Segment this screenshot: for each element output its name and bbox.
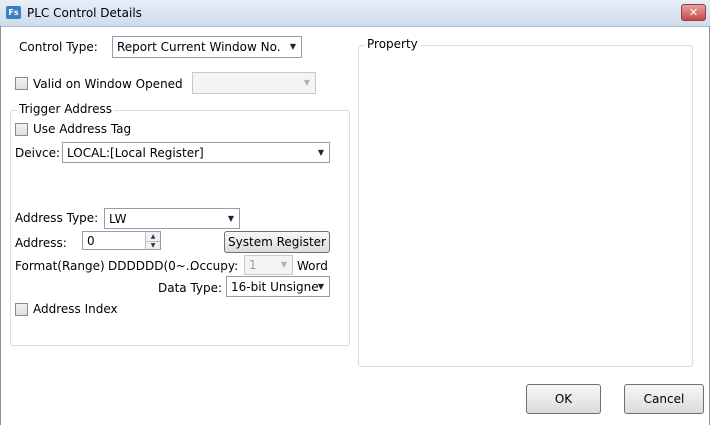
address-type-label: Address Type:: [15, 211, 99, 225]
cancel-button[interactable]: Cancel: [624, 384, 704, 414]
address-type-select[interactable]: LW ▼: [104, 208, 240, 229]
device-select[interactable]: LOCAL:[Local Register] ▼: [62, 142, 330, 163]
use-address-tag-label: Use Address Tag: [33, 122, 132, 136]
window-title: PLC Control Details: [27, 6, 142, 20]
valid-on-window-opened-label: Valid on Window Opened: [33, 77, 183, 91]
window-select[interactable]: ▼: [192, 72, 316, 94]
word-label: Word: [297, 259, 328, 273]
chevron-down-icon: ▼: [317, 148, 324, 157]
address-label: Address:: [15, 236, 67, 250]
chevron-down-icon: ▼: [280, 260, 287, 269]
property-group: [358, 45, 693, 367]
data-type-label: Data Type:: [158, 281, 223, 295]
system-register-button[interactable]: System Register: [224, 231, 330, 253]
format-value: DDDDDD(0~...: [108, 259, 198, 273]
address-value: 0: [87, 234, 95, 248]
chevron-down-icon: ▼: [289, 42, 296, 51]
format-label: Format(Range): [15, 259, 105, 273]
chevron-down-icon: ▼: [227, 214, 234, 223]
address-index-checkbox[interactable]: [15, 303, 28, 316]
address-index-label: Address Index: [33, 302, 118, 316]
close-icon: ✕: [688, 6, 699, 19]
use-address-tag-checkbox[interactable]: [15, 123, 28, 136]
chevron-down-icon: ▼: [317, 282, 324, 291]
device-label: Deivce:: [15, 146, 61, 160]
window-border-left: [0, 26, 1, 425]
trigger-address-title: Trigger Address: [17, 102, 114, 116]
valid-on-window-opened-checkbox[interactable]: [15, 77, 28, 90]
app-icon: Fs: [6, 6, 21, 19]
ok-button[interactable]: OK: [526, 384, 601, 414]
down-arrow-icon[interactable]: ▼: [146, 241, 160, 250]
control-type-label: Control Type:: [19, 40, 98, 54]
property-title: Property: [365, 37, 420, 51]
close-button[interactable]: ✕: [681, 4, 706, 21]
occupy-select[interactable]: 1 ▼: [244, 255, 293, 275]
control-type-select[interactable]: Report Current Window No. ▼: [112, 36, 302, 58]
occupy-label: Occupy:: [190, 259, 239, 273]
data-type-select[interactable]: 16-bit Unsigne ▼: [226, 276, 330, 297]
chevron-down-icon: ▼: [303, 78, 310, 87]
address-stepper[interactable]: 0 ▲ ▼: [82, 231, 161, 250]
